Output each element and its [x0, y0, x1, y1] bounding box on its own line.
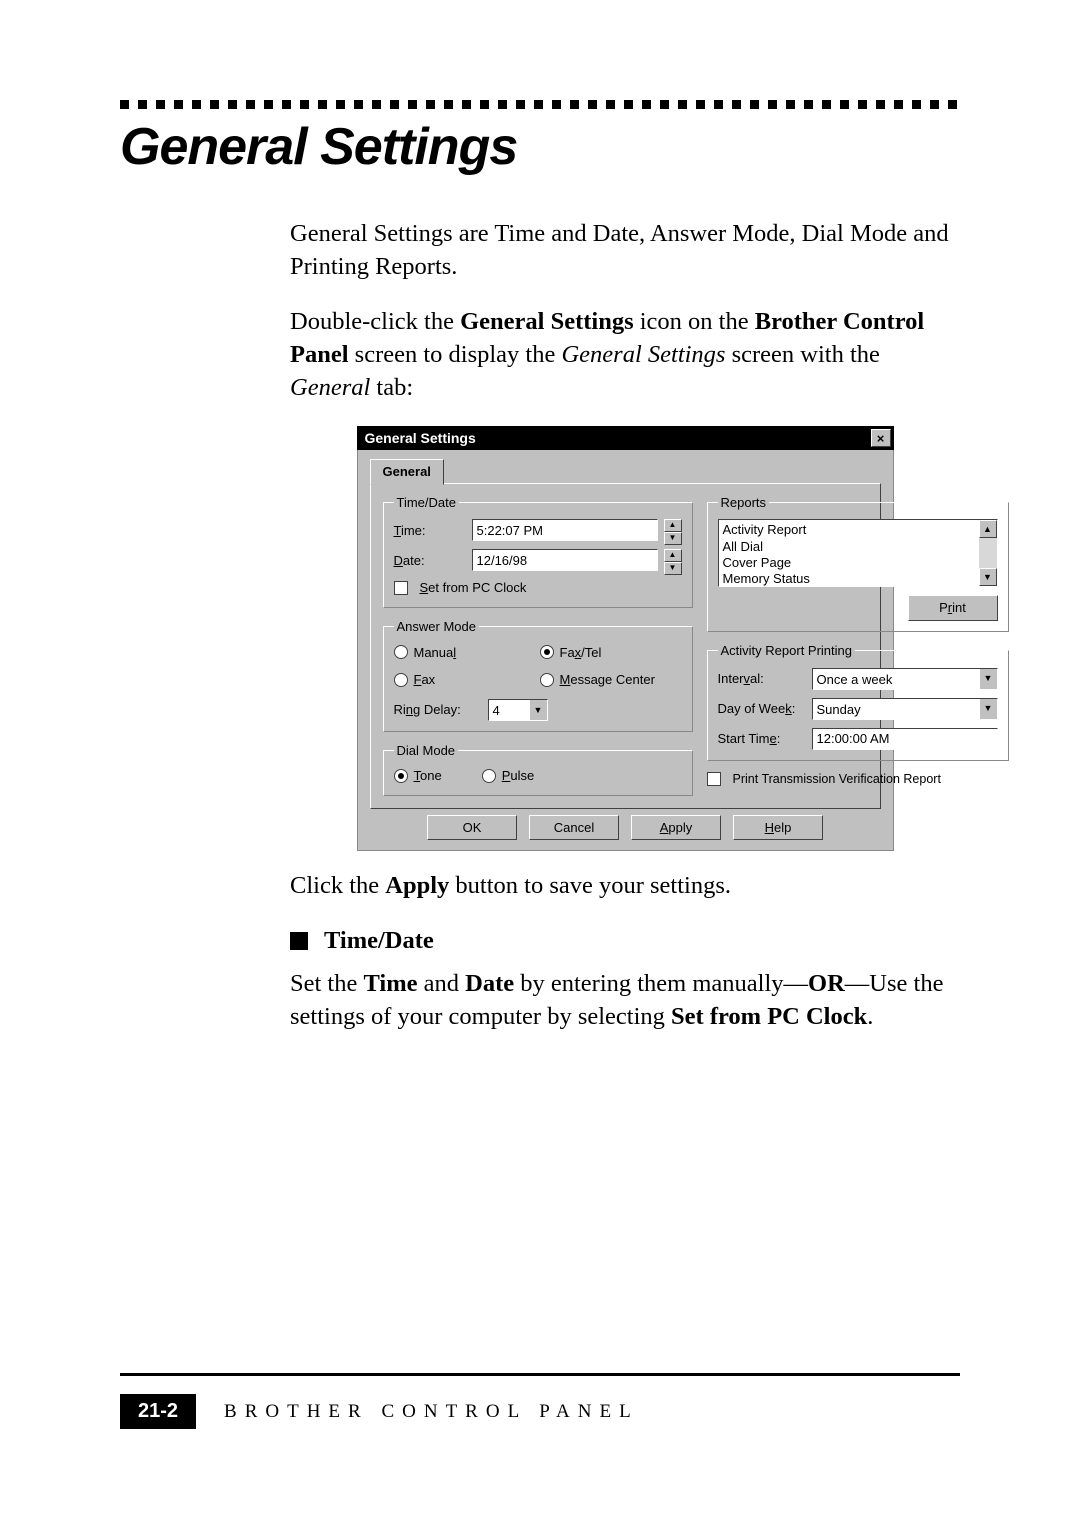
list-item[interactable]: All Dial [723, 539, 975, 555]
time-spinner[interactable]: ▲▼ [664, 519, 682, 541]
group-legend: Activity Report Printing [718, 642, 856, 660]
radio-tone[interactable]: Tone [394, 767, 442, 785]
general-settings-dialog: General Settings × General Time/Date Tim… [357, 426, 894, 851]
dialog-title: General Settings [365, 429, 476, 448]
radio-fax-tel[interactable]: Fax/Tel [540, 644, 682, 662]
list-item[interactable]: Memory Status [723, 571, 975, 587]
ptvr-label: Print Transmission Verification Report [733, 771, 941, 788]
group-reports: Reports Activity Report All Dial Cover P… [707, 494, 1009, 632]
day-of-week-select[interactable]: Sunday▼ [812, 698, 998, 720]
cancel-button[interactable]: Cancel [529, 815, 619, 841]
list-item[interactable]: Activity Report [723, 522, 975, 538]
group-dial-mode: Dial Mode Tone Pulse [383, 742, 693, 796]
page-title: General Settings [120, 117, 960, 177]
apply-button[interactable]: Apply [631, 815, 721, 841]
time-date-description: Set the Time and Date by entering them m… [290, 967, 960, 1033]
intro-paragraph-2: Double-click the General Settings icon o… [290, 305, 960, 404]
day-of-week-label: Day of Week: [718, 700, 806, 718]
close-icon[interactable]: × [871, 429, 891, 447]
date-label: Date: [394, 552, 466, 570]
ring-delay-label: Ring Delay: [394, 701, 482, 719]
time-label: Time: [394, 522, 466, 540]
help-button[interactable]: Help [733, 815, 823, 841]
start-time-label: Start Time: [718, 730, 806, 748]
listbox-scrollbar[interactable]: ▲ ▼ [979, 520, 997, 586]
bullet-time-date: Time/Date [290, 924, 960, 957]
intro-paragraph-1: General Settings are Time and Date, Answ… [290, 217, 960, 283]
tab-general[interactable]: General [370, 459, 444, 485]
page-number: 21-2 [120, 1394, 196, 1429]
radio-fax[interactable]: Fax [394, 671, 536, 689]
start-time-input[interactable] [812, 728, 998, 750]
ptvr-checkbox[interactable] [707, 772, 721, 786]
group-activity-report-printing: Activity Report Printing Interval: Once … [707, 642, 1009, 761]
time-input[interactable] [472, 519, 658, 541]
date-input[interactable] [472, 549, 658, 571]
page-footer: 21-2 BROTHER CONTROL PANEL [120, 1373, 960, 1429]
interval-select[interactable]: Once a week▼ [812, 668, 998, 690]
group-legend: Reports [718, 494, 770, 512]
group-legend: Answer Mode [394, 618, 479, 636]
ok-button[interactable]: OK [427, 815, 517, 841]
reports-listbox[interactable]: Activity Report All Dial Cover Page Memo… [718, 519, 998, 587]
radio-manual[interactable]: Manual [394, 644, 536, 662]
set-from-pc-label: Set from PC Clock [420, 579, 527, 597]
scroll-down-icon: ▼ [979, 568, 997, 586]
set-from-pc-checkbox[interactable] [394, 581, 408, 595]
group-legend: Dial Mode [394, 742, 459, 760]
footer-text: BROTHER CONTROL PANEL [224, 1401, 639, 1423]
print-button[interactable]: Print [908, 595, 998, 621]
dialog-titlebar: General Settings × [357, 426, 894, 450]
scroll-up-icon: ▲ [979, 520, 997, 538]
radio-pulse[interactable]: Pulse [482, 767, 535, 785]
interval-label: Interval: [718, 670, 806, 688]
group-answer-mode: Answer Mode Manual Fax/Tel Fax Message C… [383, 618, 693, 732]
decorative-dots [120, 100, 960, 109]
apply-instruction: Click the Apply button to save your sett… [290, 869, 960, 902]
date-spinner[interactable]: ▲▼ [664, 549, 682, 571]
radio-message-center[interactable]: Message Center [540, 671, 682, 689]
list-item[interactable]: Cover Page [723, 555, 975, 571]
group-time-date: Time/Date Time: ▲▼ Date: ▲▼ [383, 494, 693, 608]
group-legend: Time/Date [394, 494, 459, 512]
ring-delay-select[interactable]: 4▼ [488, 699, 548, 721]
bullet-square-icon [290, 932, 308, 950]
